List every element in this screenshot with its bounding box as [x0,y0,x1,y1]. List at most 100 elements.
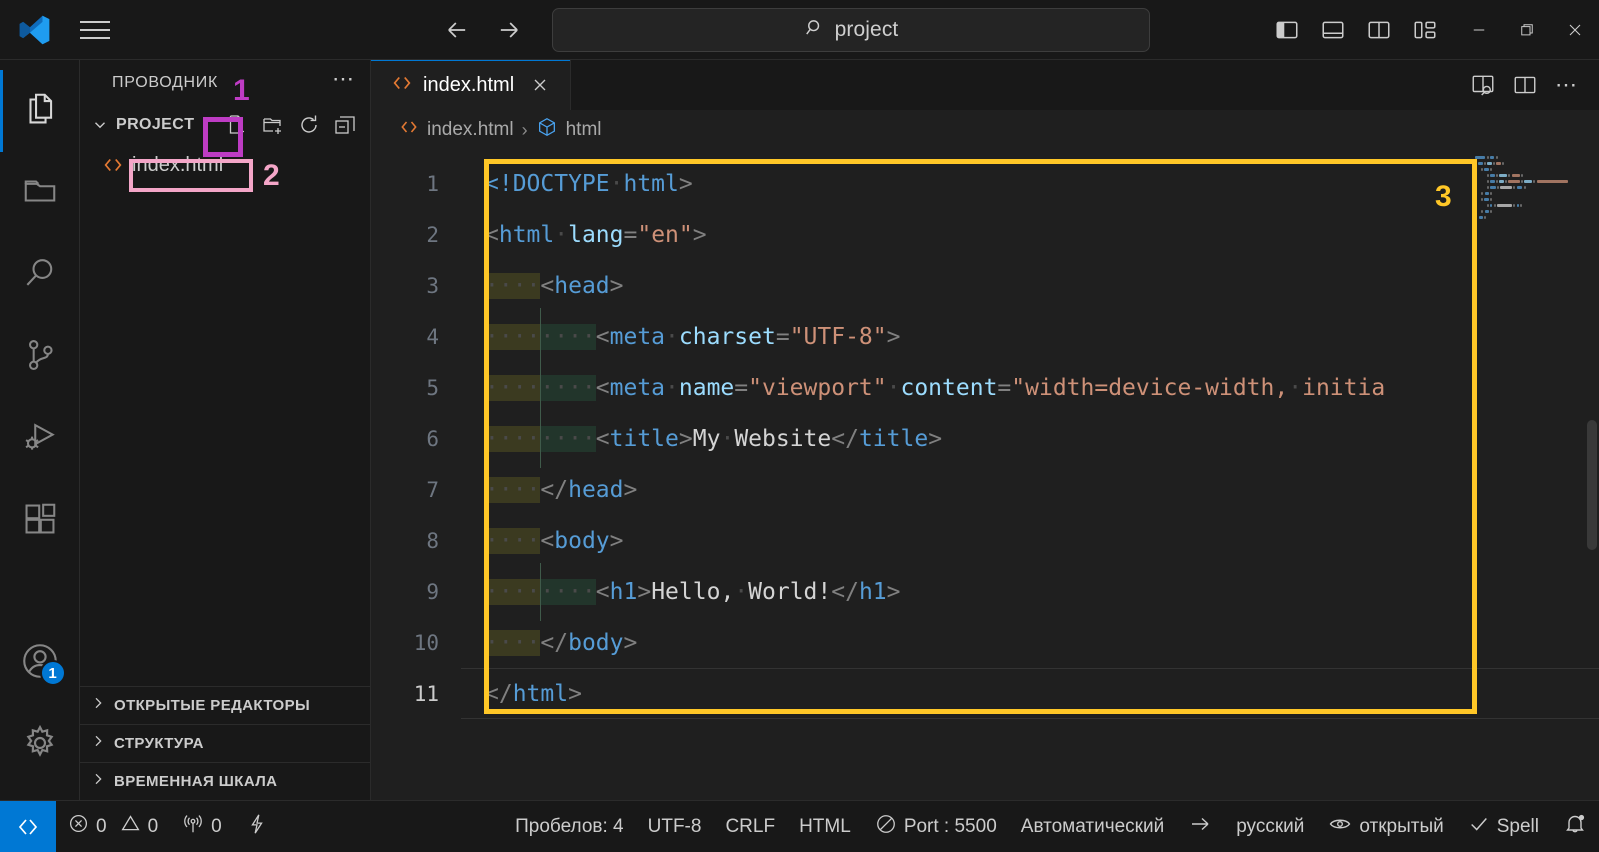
code-token: = [775,323,790,350]
code-token: My·Website [692,425,832,452]
activity-bar-item-run-and-debug[interactable] [0,398,80,480]
chevron-right-icon [90,733,106,754]
command-center-search[interactable]: project [552,8,1150,52]
index-html-file[interactable]: index.html [80,144,370,186]
section-outline[interactable]: СТРУКТУРА [80,724,370,762]
code-token: "viewport" [748,374,887,401]
chevron-right-icon [90,695,106,716]
code-line[interactable]: ···· ···· < meta · charset = "UTF-8" > [461,307,1599,366]
code-line[interactable]: ···· < head > [461,256,1599,315]
warning-count: 0 [147,815,159,837]
layout-panel-icon[interactable] [1315,13,1351,47]
status-live-share[interactable] [234,801,280,852]
ellipsis-icon[interactable]: ⋯ [332,68,356,92]
layout-sidebar-right-icon[interactable] [1361,13,1397,47]
section-open-editors-label: ОТКРЫТЫЕ РЕДАКТОРЫ [114,697,311,714]
layout-customize-icon[interactable] [1407,13,1443,47]
section-timeline[interactable]: ВРЕМЕННАЯ ШКАЛА [80,762,370,800]
project-folder-header[interactable]: PROJECT [80,106,370,144]
status-eol[interactable]: CRLF [713,801,787,852]
status-ports[interactable]: 0 [170,801,234,852]
editor-group: index.html ⋯ index.html › html 1 2 3 4 5… [371,60,1599,800]
command-center-value: project [834,18,899,41]
code-line[interactable]: </html > [461,668,1599,719]
close-icon[interactable] [530,75,550,95]
status-notifications[interactable] [1551,801,1599,852]
status-open[interactable]: открытый [1316,801,1455,852]
language-mode-label: HTML [799,815,851,837]
activity-bar: 1 [0,60,80,800]
collapse-all-button[interactable] [330,110,360,140]
code-line[interactable]: ···· ···· < title > My·Website </title > [461,409,1599,468]
close-button[interactable] [1551,0,1599,60]
arrow-right-icon[interactable] [492,13,526,47]
code-content[interactable]: <!DOCTYPE · html > < html · lang = "en" > ···· < head… [461,150,1599,800]
minimize-button[interactable] [1455,0,1503,60]
layout-sidebar-left-icon[interactable] [1269,13,1305,47]
code-line[interactable]: ···· ···· < meta · name = "viewport" · content = "w… [461,358,1599,417]
maximize-button[interactable] [1503,0,1551,60]
activity-bar-item-settings[interactable] [0,704,80,786]
code-token: head [554,272,610,299]
breadcrumb-symbol[interactable]: html [536,116,602,144]
code-line[interactable]: ···· </head > [461,460,1599,519]
activity-bar-item-source-control[interactable] [0,316,80,398]
ellipsis-icon[interactable]: ⋯ [1549,68,1585,102]
activity-bar-item-account[interactable]: 1 [0,622,80,704]
minimap-line [1496,162,1501,165]
scrollbar-thumb[interactable] [1587,420,1597,550]
code-token: Hello,·World! [651,578,832,605]
code-token: charset [678,323,776,350]
minimap-line [1536,180,1568,183]
code-line[interactable]: <!DOCTYPE · html > [461,158,1599,209]
new-folder-button[interactable] [258,110,288,140]
code-line[interactable]: ···· < body > [461,511,1599,570]
minimap-line [1520,174,1523,177]
error-count: 0 [96,815,107,837]
status-live-server-port[interactable]: Port : 5500 [863,801,1009,852]
minimap[interactable] [1475,150,1585,800]
arrow-left-icon[interactable] [440,13,474,47]
code-line[interactable]: ···· ···· < h1 > Hello,·World! </h1 > [461,562,1599,621]
line-number: 6 [426,426,439,451]
minimap-line [1523,186,1526,189]
code-editor[interactable]: 1 2 3 4 5 6 7 8 9 10 11 <!DOCTYPE · html > < html · lang =… [371,150,1599,800]
activity-bar-item-extensions[interactable] [0,480,80,562]
open-preview-icon[interactable] [1465,68,1501,102]
status-translate-source[interactable]: Автоматический [1009,801,1176,852]
activity-bar-item-open-folder[interactable] [0,152,80,234]
code-line[interactable]: ···· </body > [461,613,1599,672]
status-problems[interactable]: 0 0 [56,801,170,852]
minimap-line [1487,186,1489,189]
code-line[interactable]: < html · lang = "en" > [461,209,1599,260]
hamburger-menu-icon[interactable] [70,10,120,50]
remote-window-icon[interactable] [0,800,56,852]
encoding-label: UTF-8 [647,815,702,837]
indent-guide: ···· [485,358,541,417]
section-outline-label: СТРУКТУРА [114,735,204,752]
minimap-line [1513,186,1516,189]
status-indentation[interactable]: Пробелов: 4 [503,801,635,852]
activity-bar-item-search[interactable] [0,234,80,316]
tab-index-html[interactable]: index.html [371,60,571,110]
editor-vertical-scrollbar[interactable] [1585,150,1599,800]
editor-toolbar: ⋯ [1465,60,1599,110]
status-encoding[interactable]: UTF-8 [636,801,714,852]
breadcrumb-file[interactable]: index.html [399,117,514,143]
status-language-mode[interactable]: HTML [787,801,863,852]
status-translate-target[interactable]: русский [1224,801,1316,852]
section-open-editors[interactable]: ОТКРЫТЫЕ РЕДАКТОРЫ [80,686,370,724]
zap-icon [246,813,268,841]
refresh-explorer-button[interactable] [294,110,324,140]
code-token: body [554,527,610,554]
split-editor-icon[interactable] [1507,68,1543,102]
new-file-button[interactable] [222,110,252,140]
minimap-line [1481,210,1484,213]
minimap-line [1484,198,1489,201]
activity-bar-item-explorer[interactable] [0,70,80,152]
chevron-right-icon [90,771,106,792]
status-spell-checker[interactable]: Spell [1456,801,1551,852]
code-token: > [678,425,693,452]
extensions-icon [21,500,59,543]
search-icon [21,254,59,297]
